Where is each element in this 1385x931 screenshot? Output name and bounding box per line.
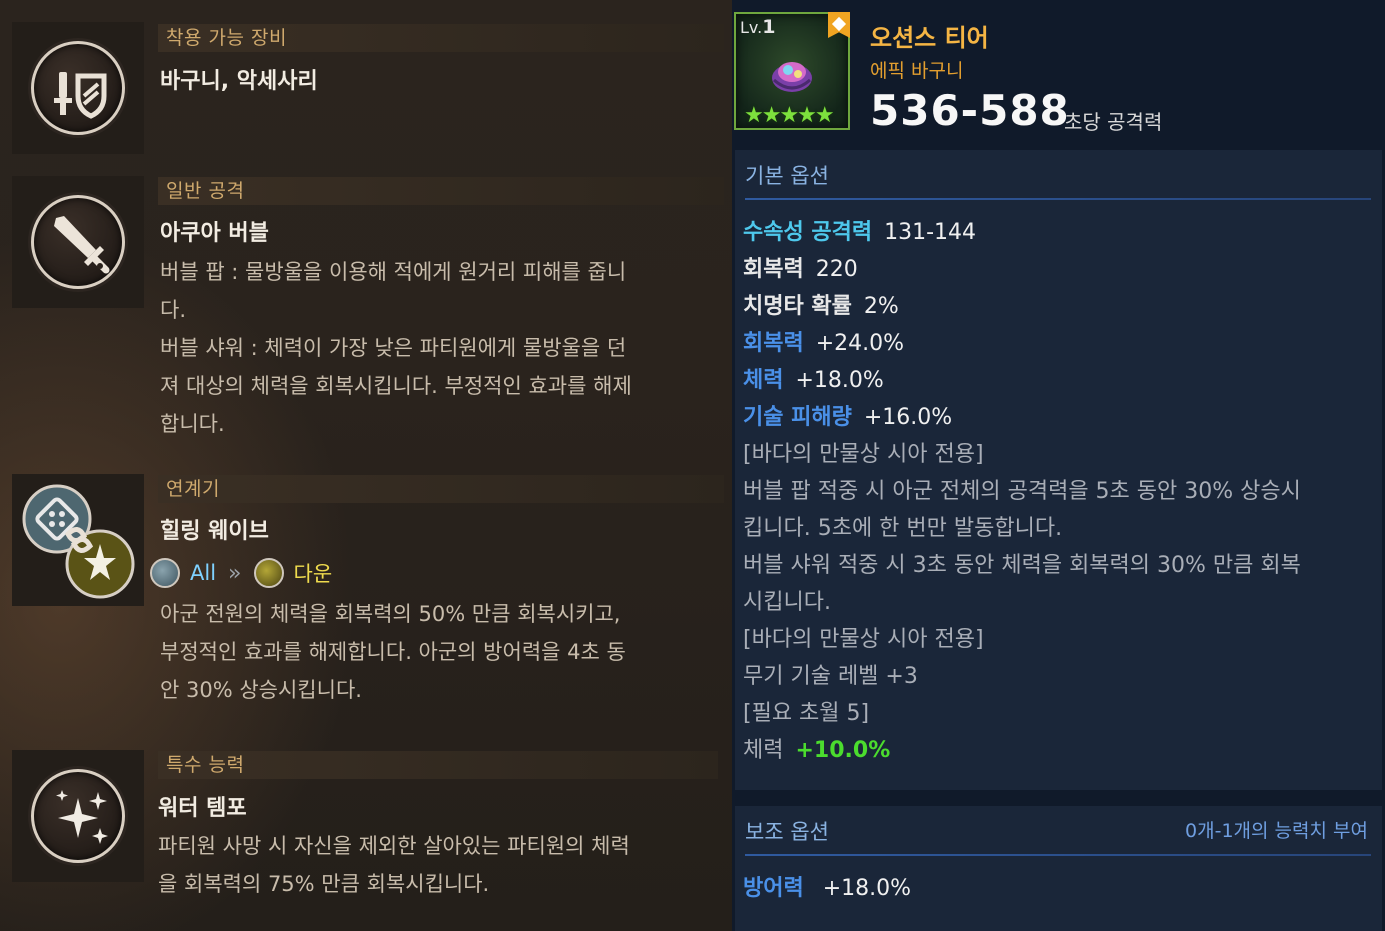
chain-link-icon <box>22 484 135 599</box>
base-option-line: [바다의 만물상 시아 전용] <box>743 442 984 467</box>
desc-line: 합니다. <box>160 412 225 436</box>
base-option-line: 수속성 공격력 131-144 <box>743 214 1373 251</box>
down-state-icon <box>253 558 284 588</box>
desc-line: 아군 전원의 체력을 회복력의 50% 만큼 회복시키고, <box>160 602 621 626</box>
normal-attack-desc: 버블 팝 : 물방울을 이용해 적에게 원거리 피해를 줍니 다. 버블 샤워 … <box>160 253 705 443</box>
hero-detail-panel: 착용 가능 장비 바구니, 악세사리 일반 공격 아쿠아 버블 버블 팝 : 물… <box>0 0 732 931</box>
base-option-line: 버블 샤워 적중 시 3초 동안 체력을 회복력의 30% 만큼 회복 <box>743 553 1301 578</box>
base-option-line: 버블 팝 적중 시 아군 전체의 공격력을 5초 동안 30% 상승시 <box>743 479 1301 504</box>
equip-icon-box <box>12 22 144 154</box>
base-options-list: 수속성 공격력 131-144 회복력 220 치명타 확률 2% 회복력 +24.0% 체력 +… <box>743 214 1373 769</box>
option-value: +16.0% <box>863 405 953 430</box>
sub-options-box: 보조 옵션 0개-1개의 능력치 부여 방어력 +18.0% <box>735 806 1382 931</box>
item-level-value: 1 <box>762 16 776 38</box>
desc-line: 부정적인 효과를 해제합니다. 아군의 방어력을 4초 동 <box>160 640 626 664</box>
item-type: 에픽 바구니 <box>870 60 964 82</box>
chain-skill-desc: 아군 전원의 체력을 회복력의 50% 만큼 회복시키고, 부정적인 효과를 해… <box>160 595 705 709</box>
base-option-line: 회복력 220 <box>743 251 1373 288</box>
basket-item-icon <box>772 62 812 92</box>
option-value: +24.0% <box>815 331 905 356</box>
double-chevron-right-icon: » <box>228 560 242 586</box>
base-options-box: 기본 옵션 수속성 공격력 131-144 회복력 220 치명타 확률 2% 회복력 +24… <box>735 150 1382 790</box>
base-option-line: [바다의 만물상 시아 전용] <box>743 627 984 652</box>
base-option-line: [필요 초월 5] <box>743 701 870 726</box>
special-ability-header: 특수 능력 <box>158 751 718 779</box>
item-icon-frame[interactable]: Lv.1 ★★★★★ <box>734 12 850 130</box>
desc-line: 다. <box>160 298 186 322</box>
option-key: 회복력 <box>743 257 804 282</box>
option-value: +18.0% <box>795 368 884 393</box>
divider <box>745 854 1371 856</box>
desc-line: 버블 샤워 : 체력이 가장 낮은 파티원에게 물방울을 던 <box>160 336 627 360</box>
desc-line: 파티원 사망 시 자신을 제외한 살아있는 파티원의 체력 <box>158 834 630 858</box>
divider <box>745 198 1371 200</box>
option-value: +10.0% <box>795 738 891 763</box>
bookmark-badge-icon <box>828 12 850 38</box>
sub-options-note: 0개-1개의 능력치 부여 <box>1185 820 1368 842</box>
item-attack-label: 초당 공격력 <box>1064 110 1163 134</box>
base-option-line: 체력 +18.0% <box>743 362 1373 399</box>
chain-skill-icon-box <box>12 474 144 606</box>
sparkle-icon <box>31 769 125 863</box>
base-option-line: 체력 +10.0% <box>743 732 1373 769</box>
sub-option-line: 방어력 +18.0% <box>743 870 911 907</box>
item-attack-value: 536-588 <box>870 86 1070 135</box>
chain-to-label: 다운 <box>293 562 333 586</box>
chain-from-label: All <box>190 561 217 585</box>
desc-line: 버블 팝 : 물방울을 이용해 적에게 원거리 피해를 줍니 <box>160 260 627 284</box>
option-key: 회복력 <box>743 331 804 356</box>
option-key: 체력 <box>743 368 784 393</box>
sub-option-key: 방어력 <box>743 876 804 901</box>
normal-attack-title: 아쿠아 버블 <box>160 221 269 246</box>
base-option-line: 치명타 확률 2% <box>743 288 1373 325</box>
option-value: 131-144 <box>884 220 977 245</box>
item-star-rating: ★★★★★ <box>744 103 835 128</box>
base-option-line: 시킵니다. <box>743 590 831 615</box>
item-level-prefix: Lv. <box>740 18 763 37</box>
base-option-line: 회복력 +24.0% <box>743 325 1373 362</box>
sub-options-header: 보조 옵션 <box>745 820 829 844</box>
base-options-header: 기본 옵션 <box>745 164 829 188</box>
chain-skill-title: 힐링 웨이브 <box>160 519 269 544</box>
option-key: 기술 피해량 <box>743 405 852 430</box>
special-ability-title: 워터 템포 <box>158 796 247 821</box>
option-key: 수속성 공격력 <box>743 220 873 245</box>
sub-option-value: +18.0% <box>822 876 912 901</box>
chain-skill-header: 연계기 <box>158 475 724 503</box>
base-option-line: 킵니다. 5초에 한 번만 발동합니다. <box>743 516 1063 541</box>
equip-header: 착용 가능 장비 <box>158 24 724 52</box>
option-value: 220 <box>815 257 858 282</box>
item-detail-panel: Lv.1 ★★★★★ 오션스 티어 에픽 바구니 536-588 초당 공격력 … <box>732 0 1385 931</box>
base-option-line: 기술 피해량 +16.0% <box>743 399 1373 436</box>
item-level: Lv.1 <box>740 16 775 38</box>
special-ability-desc: 파티원 사망 시 자신을 제외한 살아있는 파티원의 체력 을 회복력의 75%… <box>158 827 703 903</box>
desc-line: 져 대상의 체력을 회복시킵니다. 부정적인 효과를 해제 <box>160 374 632 398</box>
sword-shield-icon <box>31 41 125 135</box>
special-ability-icon-box <box>12 750 144 882</box>
sword-icon <box>31 195 125 289</box>
desc-line: 을 회복력의 75% 만큼 회복시킵니다. <box>158 872 490 896</box>
chain-condition-row: All » 다운 <box>150 557 332 589</box>
desc-line: 안 30% 상승시킵니다. <box>160 678 362 702</box>
option-key: 치명타 확률 <box>743 294 852 319</box>
option-value: 2% <box>863 294 899 319</box>
equip-types: 바구니, 악세사리 <box>160 69 318 94</box>
normal-attack-icon-box <box>12 176 144 308</box>
normal-attack-header: 일반 공격 <box>158 177 724 205</box>
item-name: 오션스 티어 <box>870 24 989 52</box>
base-option-line: 무기 기술 레벨 +3 <box>743 664 918 689</box>
all-state-icon <box>150 558 180 588</box>
option-key: 체력 <box>743 738 784 763</box>
